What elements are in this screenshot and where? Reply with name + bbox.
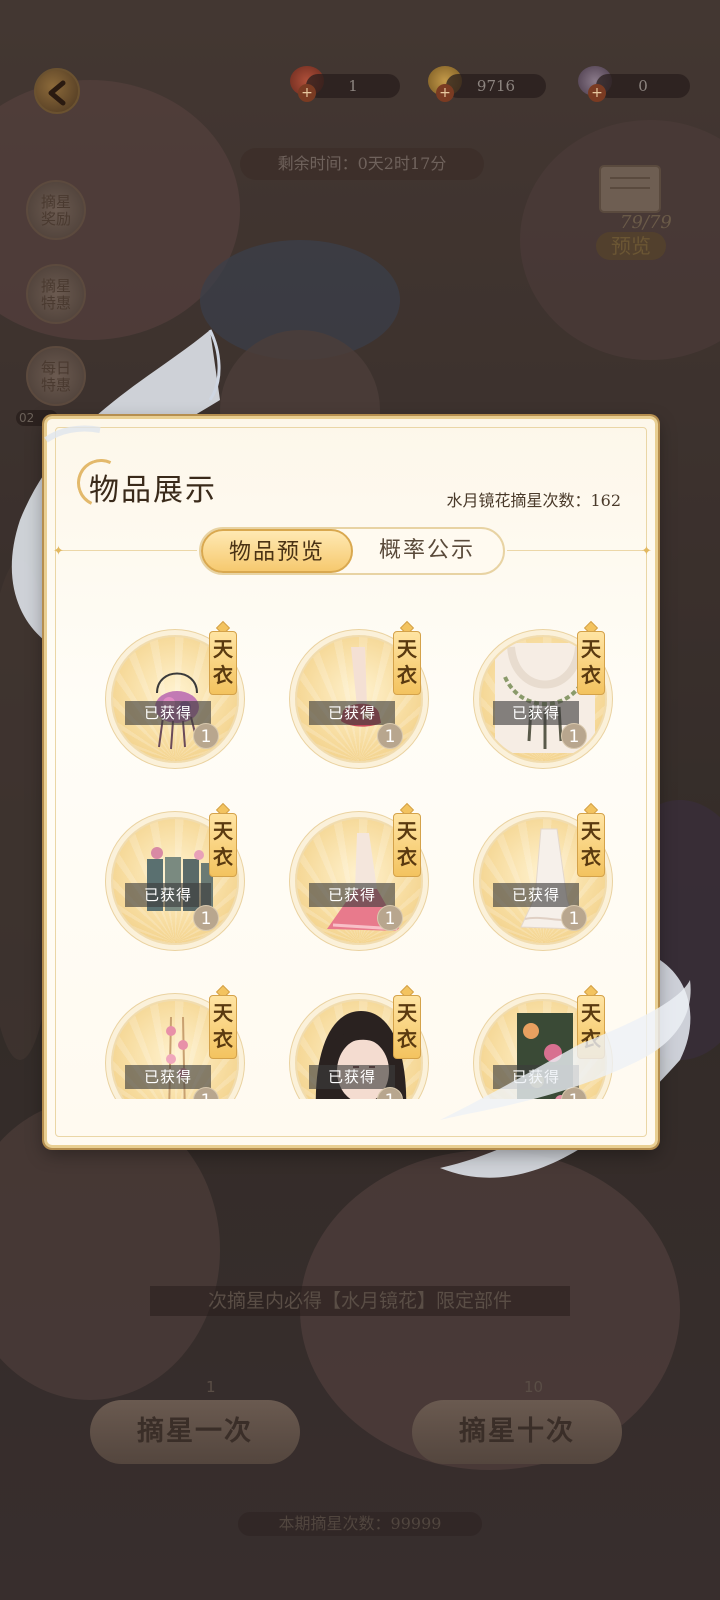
tab-divider-left — [61, 550, 197, 551]
draw-once-button[interactable]: 摘星一次 — [90, 1400, 300, 1464]
period-draw-info: 本期摘星次数：99999 — [238, 1512, 482, 1536]
gem-add-button[interactable]: + — [588, 84, 606, 102]
obtained-label: 已获得 — [125, 701, 211, 725]
obtained-label: 已获得 — [125, 1065, 211, 1089]
obtained-label: 已获得 — [309, 701, 395, 725]
item-display-modal: 物品展示 水月镜花摘星次数：162 ✦ ✦ 物品预览 概率公示 天衣 已获得 1… — [44, 416, 658, 1148]
daily-deal-button[interactable]: 每日 特惠 — [26, 346, 86, 406]
tab-probability[interactable]: 概率公示 — [351, 529, 503, 573]
item-card-background[interactable]: 天衣 已获得 1 — [469, 984, 609, 1099]
preview-button[interactable]: 预览 — [596, 232, 666, 260]
tab-divider-right — [507, 550, 643, 551]
item-card-white-veil[interactable]: 天衣 已获得 1 — [469, 802, 609, 947]
quantity-badge: 1 — [561, 723, 587, 749]
item-card-hairpin[interactable]: 天衣 已获得 1 — [101, 984, 241, 1099]
preview-count: 79/79 — [620, 212, 672, 233]
remaining-time: 剩余时间：0天2时17分 — [240, 148, 484, 180]
obtained-label: 已获得 — [493, 1065, 579, 1089]
item-card-handbag[interactable]: 天衣 已获得 1 — [101, 620, 241, 765]
item-card-shoes[interactable]: 天衣 已获得 1 — [285, 620, 425, 765]
modal-title: 物品展示 — [89, 473, 217, 508]
star-deal-button[interactable]: 摘星 特惠 — [26, 264, 86, 324]
obtained-label: 已获得 — [493, 883, 579, 907]
quantity-badge: 1 — [561, 905, 587, 931]
tianyi-tag: 天衣 — [393, 813, 421, 877]
item-grid[interactable]: 天衣 已获得 1 天衣 已获得 1 天 衣 已获得 1 天 衣 已获得 1 天 … — [67, 615, 641, 1099]
tab-item-preview[interactable]: 物品预览 — [201, 529, 353, 573]
draw-once-cost: 1 — [206, 1378, 216, 1396]
top-bar: 1 + 9716 + 0 + — [0, 64, 720, 114]
sparkle-icon-right: ✦ — [641, 544, 652, 559]
item-card-hairstyle[interactable]: 天衣 已获得 1 — [285, 984, 425, 1099]
back-arrow-icon — [48, 80, 66, 106]
gold-resource-counter: 9716 — [446, 74, 546, 98]
star-reward-button[interactable]: 摘星 奖励 — [26, 180, 86, 240]
tab-bar: 物品预览 概率公示 — [199, 527, 505, 575]
quantity-badge: 1 — [193, 905, 219, 931]
tianyi-tag: 天衣 — [577, 995, 605, 1059]
sparkle-icon-left: ✦ — [53, 544, 64, 559]
draw-ten-button[interactable]: 摘星十次 — [412, 1400, 622, 1464]
tianyi-tag: 天衣 — [577, 813, 605, 877]
fan-resource-counter: 1 — [306, 74, 400, 98]
item-card-necklace[interactable]: 天衣 已获得 1 — [469, 620, 609, 765]
obtained-label: 已获得 — [125, 883, 211, 907]
item-card-pink-skirt[interactable]: 天衣 已获得 1 — [285, 802, 425, 947]
obtained-label: 已获得 — [309, 883, 395, 907]
gold-add-button[interactable]: + — [436, 84, 454, 102]
guarantee-hint: 次摘星内必得【水月镜花】限定部件 — [150, 1286, 570, 1316]
obtained-label: 已获得 — [493, 701, 579, 725]
tianyi-tag: 天衣 — [393, 995, 421, 1059]
item-card-screen[interactable]: 天衣 已获得 1 — [101, 802, 241, 947]
tianyi-tag: 天衣 — [209, 813, 237, 877]
draw-ten-cost: 10 — [524, 1378, 544, 1396]
tianyi-tag: 天衣 — [209, 631, 237, 695]
obtained-label: 已获得 — [309, 1065, 395, 1089]
fan-add-button[interactable]: + — [298, 84, 316, 102]
draw-count: 水月镜花摘星次数：162 — [446, 491, 621, 510]
back-button[interactable] — [34, 68, 80, 114]
quantity-badge: 1 — [193, 723, 219, 749]
gem-resource-counter: 0 — [596, 74, 690, 98]
quantity-badge: 1 — [377, 905, 403, 931]
tianyi-tag: 天衣 — [577, 631, 605, 695]
tianyi-tag: 天衣 — [209, 995, 237, 1059]
quantity-badge: 1 — [377, 723, 403, 749]
tianyi-tag: 天衣 — [393, 631, 421, 695]
